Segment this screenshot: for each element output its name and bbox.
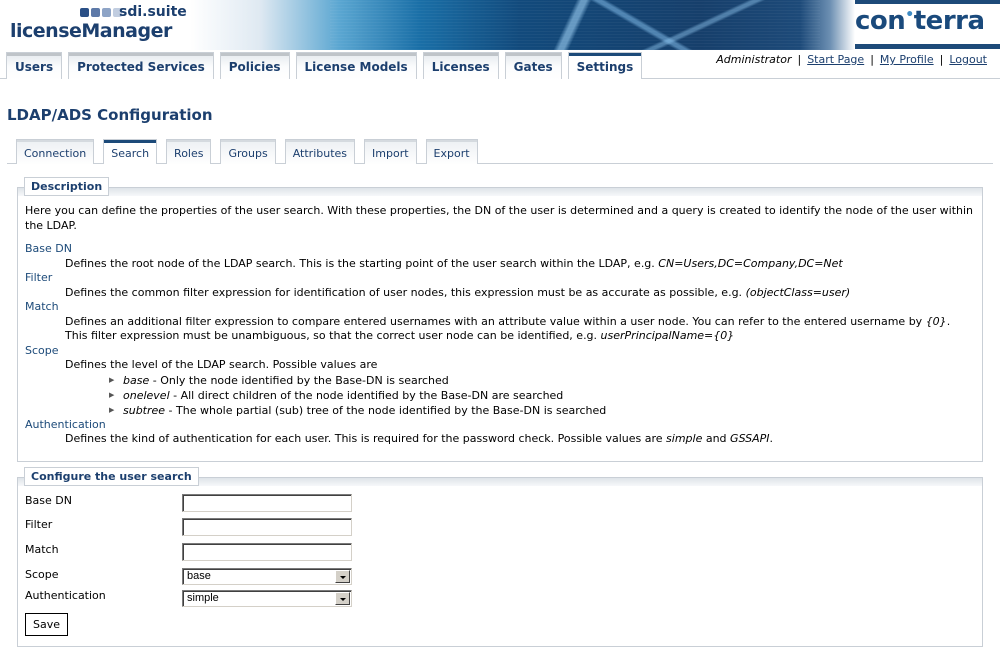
sub-nav: Connection Search Roles Groups Attribute… [16,139,487,164]
scope-select[interactable]: base [182,568,352,585]
chevron-down-icon[interactable] [335,592,350,605]
scope-values-list: ▶ base - Only the node identified by the … [25,373,975,418]
scope-value: subtree [123,403,166,417]
definition-text: Defines the root node of the LDAP search… [65,256,659,270]
page-title: LDAP/ADS Configuration [7,106,213,124]
bullet-arrow-icon: ▶ [109,390,115,399]
main-nav-divider [623,78,1000,79]
list-item: ▶ base - Only the node identified by the … [109,373,975,388]
sub-tab-roles[interactable]: Roles [166,139,212,164]
auth-value: GSSAPI [730,432,770,445]
sdi-suite-logo-icon [80,8,122,17]
main-tab-settings[interactable]: Settings [567,52,643,79]
scope-label: Scope [25,568,59,581]
main-tab-license-models[interactable]: License Models [295,52,417,79]
definition-text: . [769,432,774,445]
description-body: Here you can define the properties of th… [25,204,975,447]
list-item: ▶ onelevel - All direct children of the n… [109,388,975,403]
definition-filter: Defines the common filter expression for… [65,286,975,301]
banner-bar-bottom [855,44,1000,49]
definition-authentication: Defines the kind of authentication for e… [65,432,975,447]
term-match: Match [25,300,59,313]
configure-search-panel: Configure the user search Base DN Filter… [17,467,983,647]
match-label: Match [25,543,59,556]
user-links: Administrator | Start Page | My Profile … [716,53,987,66]
main-tab-gates[interactable]: Gates [504,52,562,79]
filter-input[interactable] [182,518,352,536]
placeholder-token: {0} [925,314,947,328]
banner-bar-top [855,0,1000,4]
bullet-arrow-icon: ▶ [109,405,115,414]
main-tab-protected-services[interactable]: Protected Services [68,52,214,79]
logo-square-3 [102,8,111,17]
example: (objectClass=user) [745,285,851,299]
chevron-down-icon[interactable] [335,570,350,583]
separator: | [939,53,944,66]
description-intro: Here you can define the properties of th… [25,204,974,232]
company-logo-left: con [855,6,906,36]
definition-text: Defines an additional filter expression … [65,314,926,328]
company-logo: con•terra [855,6,985,36]
logout-link[interactable]: Logout [949,53,987,66]
bullet-arrow-icon: ▶ [109,375,115,384]
list-item: ▶ subtree - The whole partial (sub) tree … [109,403,975,418]
product-name: licenseManager [10,20,172,42]
main-tab-policies[interactable]: Policies [219,52,290,79]
separator: | [797,53,802,66]
start-page-link[interactable]: Start Page [807,53,864,66]
company-logo-right: terra [913,6,985,36]
term-authentication: Authentication [25,417,106,431]
example: CN=Users,DC=Company,DC=Net [658,256,843,270]
sub-tab-export[interactable]: Export [425,139,478,164]
company-logo-dot: • [905,7,914,23]
save-button[interactable]: Save [25,613,68,636]
banner-graphic [330,0,820,50]
term-scope: Scope [25,343,59,357]
scope-value-text: - Only the node identified by the Base-D… [149,373,449,387]
auth-value: simple [666,432,703,445]
match-input[interactable] [182,543,352,561]
logo-square-1 [80,8,89,17]
definition-text: and [702,432,731,445]
term-filter: Filter [25,271,53,284]
definition-base-dn: Defines the root node of the LDAP search… [65,257,975,272]
main-tab-licenses[interactable]: Licenses [422,52,499,79]
filter-label: Filter [25,518,53,531]
definition-text: Defines the kind of authentication for e… [65,432,667,445]
separator: | [870,53,874,66]
header-banner: sdi.suite licenseManager con•terra [0,0,1000,50]
scope-value: base [123,373,150,387]
description-panel: Description Here you can define the prop… [17,177,983,462]
scope-value: onelevel [123,388,170,402]
configure-legend: Configure the user search [24,467,199,486]
main-nav: Users Protected Services Policies Licens… [0,52,643,79]
definition-scope: Defines the level of the LDAP search. Po… [65,358,378,371]
authentication-select[interactable]: simple [182,590,352,607]
definition-text: Defines the common filter expression for… [65,285,746,299]
authentication-selected-value: simple [187,592,219,604]
scope-value-text: - The whole partial (sub) tree of the no… [165,403,607,417]
authentication-label: Authentication [25,589,106,602]
sub-tab-search[interactable]: Search [103,139,158,164]
my-profile-link[interactable]: My Profile [880,53,934,66]
example: userPrincipalName={0} [600,329,735,342]
sub-tab-import[interactable]: Import [364,139,417,164]
definition-match: Defines an additional filter expression … [65,315,975,344]
sub-tab-groups[interactable]: Groups [220,139,276,164]
logo-square-2 [91,8,100,17]
scope-value-text: - All direct children of the node identi… [169,388,564,402]
term-base-dn: Base DN [25,242,72,255]
sub-tab-connection[interactable]: Connection [16,139,95,164]
base-dn-input[interactable] [182,494,352,512]
main-tab-users[interactable]: Users [6,52,63,79]
description-legend: Description [24,177,110,196]
base-dn-label: Base DN [25,494,72,507]
sub-tab-attributes[interactable]: Attributes [284,139,356,164]
current-user: Administrator [716,53,792,66]
scope-selected-value: base [187,570,211,582]
suite-name: sdi.suite [119,4,187,20]
